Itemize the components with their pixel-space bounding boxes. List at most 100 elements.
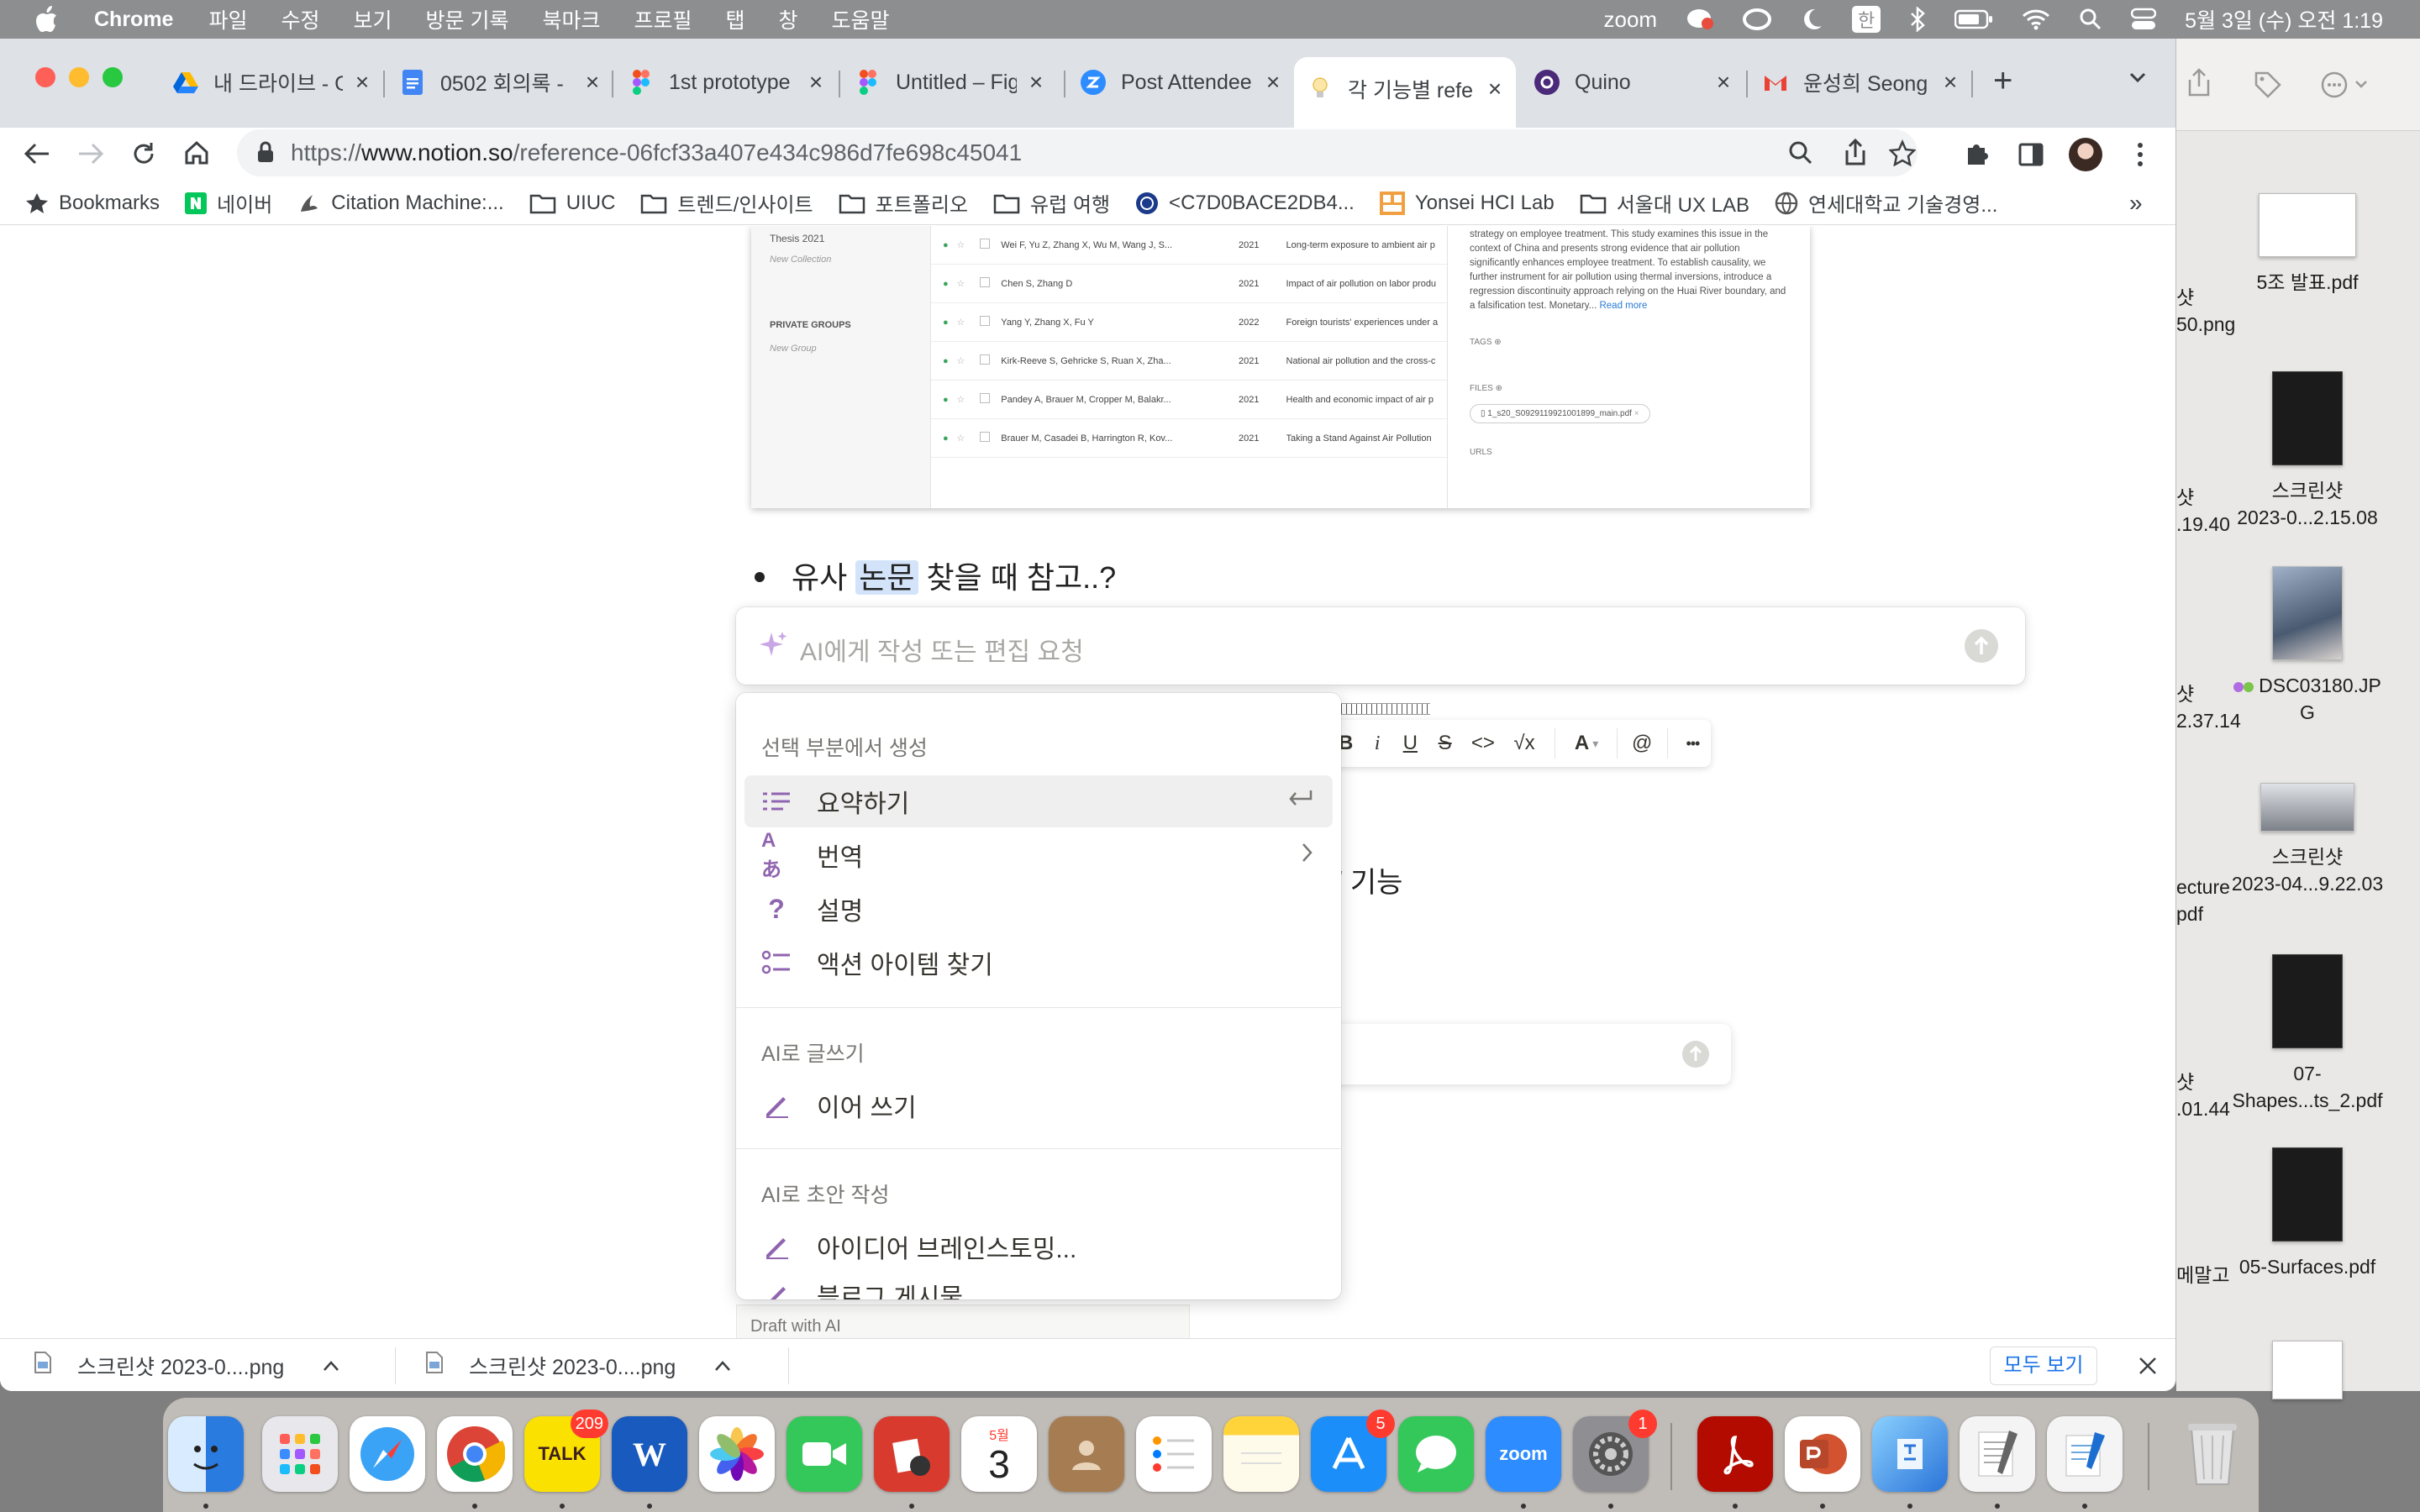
close-tab-icon[interactable]: × xyxy=(350,69,375,96)
extensions-icon[interactable] xyxy=(1963,141,1990,172)
tab-google-drive[interactable]: 내 드라이브 - G × xyxy=(173,64,375,101)
finder-icon[interactable] xyxy=(168,1416,244,1492)
close-tab-icon[interactable]: × xyxy=(803,69,829,96)
hangul-office-icon[interactable] xyxy=(1872,1416,1948,1492)
menu-app-name[interactable]: Chrome xyxy=(94,8,173,32)
preview-icon[interactable] xyxy=(2047,1416,2123,1492)
highlighted-word[interactable]: 논문 xyxy=(855,560,918,595)
download-item[interactable]: 스크린샷 2023-0....png xyxy=(34,1339,339,1391)
url-text[interactable]: https://www.notion.so/reference-06fcf33a… xyxy=(291,139,1022,166)
bookmark-folder-trends[interactable]: 트렌드/인사이트 xyxy=(640,188,813,218)
close-tab-icon[interactable]: × xyxy=(1023,69,1049,96)
calendar-icon[interactable]: 5월 3 xyxy=(961,1416,1037,1492)
close-window-button[interactable] xyxy=(35,67,55,87)
close-tab-icon[interactable]: × xyxy=(580,69,605,96)
forward-icon[interactable] xyxy=(77,141,104,171)
home-icon[interactable] xyxy=(183,139,210,171)
desktop-file-screenshot-1[interactable]: 스크린샷 2023-0...2.15.08 xyxy=(2215,371,2400,531)
textedit-icon[interactable] xyxy=(1960,1416,2035,1492)
tab-figma-untitled[interactable]: Untitled – Fig × xyxy=(855,64,1049,101)
bookmark-folder-uiuc[interactable]: UIUC xyxy=(529,192,615,215)
facetime-icon[interactable] xyxy=(786,1416,862,1492)
menu-item-brainstorm[interactable]: 아이디어 브레인스토밍... xyxy=(744,1221,1333,1273)
apple-icon[interactable] xyxy=(35,6,69,33)
code-button[interactable]: <> xyxy=(1463,720,1502,767)
text-color-button[interactable]: A ▾ xyxy=(1564,720,1610,767)
tab-zoom-attendee[interactable]: Post Attendee × xyxy=(1081,64,1286,101)
side-panel-icon[interactable] xyxy=(2018,143,2044,171)
chrome-icon[interactable] xyxy=(437,1416,513,1492)
address-bar[interactable]: https://www.notion.so/reference-06fcf33a… xyxy=(237,129,1918,176)
chevron-up-icon[interactable] xyxy=(714,1353,731,1378)
underline-button[interactable]: U xyxy=(1394,720,1427,767)
more-actions-icon[interactable] xyxy=(2321,71,2371,103)
trash-icon[interactable] xyxy=(2175,1416,2250,1492)
minimize-window-button[interactable] xyxy=(69,67,89,87)
tab-quino[interactable]: Quino × xyxy=(1534,64,1736,101)
reminders-icon[interactable] xyxy=(1136,1416,1212,1492)
menu-item-continue[interactable]: 이어 쓰기 xyxy=(744,1079,1333,1131)
close-tab-icon[interactable]: × xyxy=(1482,76,1507,102)
bookmark-folder-portfolio[interactable]: 포트폴리오 xyxy=(839,188,968,218)
bookmark-star-icon[interactable] xyxy=(1888,139,1917,171)
desktop-file-pdf-1[interactable]: 5조 발표.pdf xyxy=(2215,193,2400,296)
share-icon[interactable] xyxy=(1844,138,1867,171)
menu-edit[interactable]: 수정 xyxy=(281,4,319,34)
close-download-bar-icon[interactable] xyxy=(2138,1356,2158,1380)
wifi-icon[interactable] xyxy=(2022,8,2050,30)
menu-bookmarks[interactable]: 북마크 xyxy=(542,4,600,34)
math-button[interactable]: √x xyxy=(1502,720,1545,767)
menu-item-action-items[interactable]: 액션 아이템 찾기 xyxy=(744,937,1333,989)
menu-history[interactable]: 방문 기록 xyxy=(426,4,509,34)
close-tab-icon[interactable]: × xyxy=(1260,69,1286,96)
menu-help[interactable]: 도움말 xyxy=(832,4,890,34)
app-store-icon[interactable]: 5 xyxy=(1311,1410,1395,1492)
bookmarks-overflow-icon[interactable]: » xyxy=(2129,190,2143,217)
battery-icon[interactable] xyxy=(1954,9,1993,29)
word-icon[interactable]: W xyxy=(612,1416,687,1492)
bookmark-folder-snu-ux[interactable]: 서울대 UX LAB xyxy=(1580,188,1749,218)
tag-icon[interactable] xyxy=(2254,71,2282,103)
profile-avatar[interactable] xyxy=(2069,138,2102,171)
bookmark-yonsei-doc[interactable]: <C7D0BACE2DB4... xyxy=(1135,192,1355,215)
reload-icon[interactable] xyxy=(131,141,156,171)
tab-meeting-notes[interactable]: 0502 회의록 - × xyxy=(400,64,605,101)
photos-icon[interactable] xyxy=(699,1416,775,1492)
bookmark-folder-europe[interactable]: 유럽 여행 xyxy=(993,188,1110,218)
bullet-text[interactable]: 유사 논문 찾을 때 참고..? xyxy=(792,554,1116,597)
italic-button[interactable]: i xyxy=(1360,720,1393,767)
strikethrough-button[interactable]: S xyxy=(1427,720,1463,767)
menu-item-blog[interactable]: 블로그 게시물 xyxy=(744,1269,1333,1299)
notes-icon[interactable] xyxy=(1223,1416,1299,1492)
bookmark-yonsei-tech[interactable]: 연세대학교 기술경영... xyxy=(1775,188,1997,218)
desktop-file-screenshot-2[interactable]: 스크린샷 2023-04...9.22.03 xyxy=(2215,783,2400,897)
tab-search-icon[interactable] xyxy=(2128,67,2148,92)
tab-notion-reference[interactable]: 각 기능별 refe × xyxy=(1294,57,1516,128)
menu-profiles[interactable]: 프로필 xyxy=(634,4,692,34)
spotlight-search-icon[interactable] xyxy=(2079,8,2102,31)
creative-cloud-icon[interactable] xyxy=(1743,8,1772,31)
menu-window[interactable]: 창 xyxy=(779,4,798,34)
bookmark-citation-machine[interactable]: Citation Machine:... xyxy=(297,192,504,215)
menu-datetime[interactable]: 5월 3일 (수) 오전 1:19 xyxy=(2185,4,2383,34)
launchpad-icon[interactable] xyxy=(262,1416,338,1492)
menu-item-summarize[interactable]: 요약하기 xyxy=(744,775,1333,827)
share-icon[interactable] xyxy=(2186,67,2212,102)
show-all-downloads-button[interactable]: 모두 보기 xyxy=(1990,1347,2097,1385)
menu-item-translate[interactable]: Aあ 번역 xyxy=(744,829,1333,881)
lock-icon[interactable] xyxy=(257,141,274,167)
ai-prompt-input[interactable]: AI에게 작성 또는 편집 요청 xyxy=(736,607,2025,685)
zoom-chat-icon[interactable] xyxy=(1686,7,1714,32)
embedded-image[interactable]: Thesis 2021 New Collection PRIVATE GROUP… xyxy=(751,226,1810,508)
system-settings-icon[interactable]: 1 xyxy=(1573,1410,1657,1492)
zoom-app-icon[interactable]: zoom xyxy=(1486,1416,1561,1492)
fullscreen-window-button[interactable] xyxy=(103,67,123,87)
back-icon[interactable] xyxy=(24,141,50,171)
new-tab-icon[interactable]: + xyxy=(1993,62,2012,100)
bookmark-naver[interactable]: 네이버 xyxy=(185,188,272,218)
tab-figma-prototype[interactable]: 1st prototype × xyxy=(629,64,829,101)
mention-button[interactable]: @ xyxy=(1624,720,1660,767)
bookmark-yonsei-hci[interactable]: Yonsei HCI Lab xyxy=(1379,191,1555,215)
tab-gmail[interactable]: 윤성희 Seong × xyxy=(1763,64,1963,101)
desktop-file-pdf-3[interactable]: 05-Surfaces.pdf xyxy=(2215,1147,2400,1280)
